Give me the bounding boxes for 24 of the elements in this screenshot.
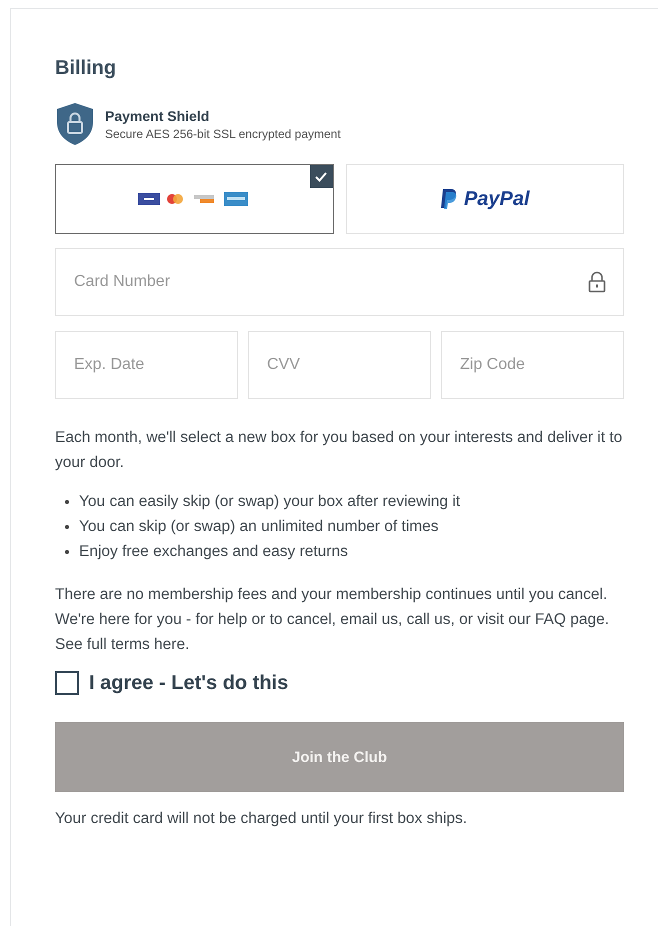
charge-note: Your credit card will not be charged until your first box ships.	[55, 810, 468, 828]
shield-subtitle: Secure AES 256-bit SSL encrypted payment	[105, 126, 341, 140]
shield-title: Payment Shield	[105, 108, 210, 124]
description-text: Each month, we'll select a new box for you based on your interests and deliver it to your door.	[55, 428, 624, 473]
checkmark-icon	[310, 165, 332, 188]
card-logos-icon	[138, 191, 250, 207]
agree-checkbox[interactable]	[55, 671, 79, 695]
terms-text: There are no membership fees and your membership continues until you cancel. We're here for you - for help or to cancel, email us, call us, or visit our FAQ page. See full terms here.	[55, 585, 610, 655]
input-field[interactable]: Card Number	[55, 248, 624, 316]
card-payment-option[interactable]	[55, 164, 334, 234]
bullet-icon	[65, 524, 69, 528]
bullet-icon	[65, 500, 69, 504]
shield-lock-icon	[55, 102, 95, 146]
input-field[interactable]: CVV	[248, 331, 431, 399]
benefit-text: Enjoy free exchanges and easy returns	[79, 542, 348, 562]
paypal-option[interactable]: PayPal	[346, 164, 624, 234]
agree-label: I agree - Let's do this	[89, 672, 288, 694]
benefit-text: You can easily skip (or swap) your box after reviewing it	[79, 492, 460, 512]
input-field[interactable]: Zip Code	[441, 331, 624, 399]
benefit-text: You can skip (or swap) an unlimited number of times	[79, 517, 439, 537]
section-title: Billing	[55, 57, 118, 80]
input-field[interactable]: Exp. Date	[55, 331, 238, 399]
bullet-icon	[65, 550, 69, 554]
paypal-p-icon	[440, 188, 458, 210]
